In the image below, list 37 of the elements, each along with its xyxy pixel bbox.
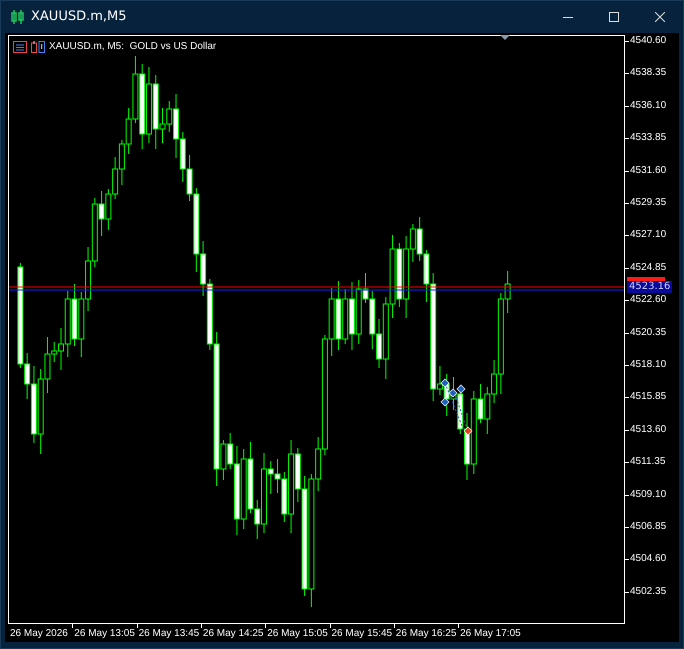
price-label: 4511.35 — [630, 456, 666, 468]
price-label: 4531.60 — [630, 164, 666, 177]
close-icon — [655, 12, 665, 22]
maximize-icon — [609, 12, 619, 22]
price-label: 4529.35 — [630, 197, 666, 209]
scroll-marker-icon — [500, 35, 510, 40]
time-label: 26 May 17:05 — [460, 628, 521, 640]
price-label: 4538.35 — [630, 67, 666, 80]
price-label: 4502.35 — [630, 586, 666, 598]
bid-price-label: 4523.16 — [627, 281, 672, 293]
price-label: 4533.85 — [630, 132, 666, 144]
ask-price-tag — [627, 277, 665, 281]
price-label: 4536.10 — [630, 100, 666, 112]
time-label: 26 May 2026 — [10, 628, 68, 640]
price-label: 4527.10 — [630, 229, 666, 242]
list-icon — [13, 40, 27, 52]
time-label: 26 May 13:05 — [74, 628, 135, 640]
window-title: XAUUSD.m,M5 — [31, 8, 127, 26]
price-label: 4504.60 — [630, 553, 666, 566]
time-label: 26 May 15:05 — [267, 628, 328, 640]
time-label: 26 May 14:25 — [202, 628, 264, 640]
chart-header: XAUUSD.m, M5: GOLD vs US Dollar — [49, 40, 216, 54]
time-label: 26 May 15:45 — [332, 628, 392, 640]
price-label: 4524.85 — [630, 262, 666, 274]
price-label: 4515.85 — [630, 391, 666, 404]
time-label: 26 May 16:25 — [396, 628, 456, 640]
price-label: 4506.85 — [630, 521, 666, 533]
price-label: 4520.35 — [630, 326, 666, 339]
price-label: 4518.10 — [630, 359, 666, 371]
trade-markers-drawing — [440, 378, 472, 436]
price-label: 4540.60 — [630, 35, 666, 47]
price-label: 4513.60 — [630, 424, 666, 436]
price-label: 4509.10 — [630, 488, 666, 501]
chart-settings-icon — [31, 40, 45, 52]
time-label: 26 May 13:45 — [138, 628, 200, 640]
price-label: 4522.60 — [630, 294, 666, 306]
candlestick-icon — [11, 10, 25, 24]
